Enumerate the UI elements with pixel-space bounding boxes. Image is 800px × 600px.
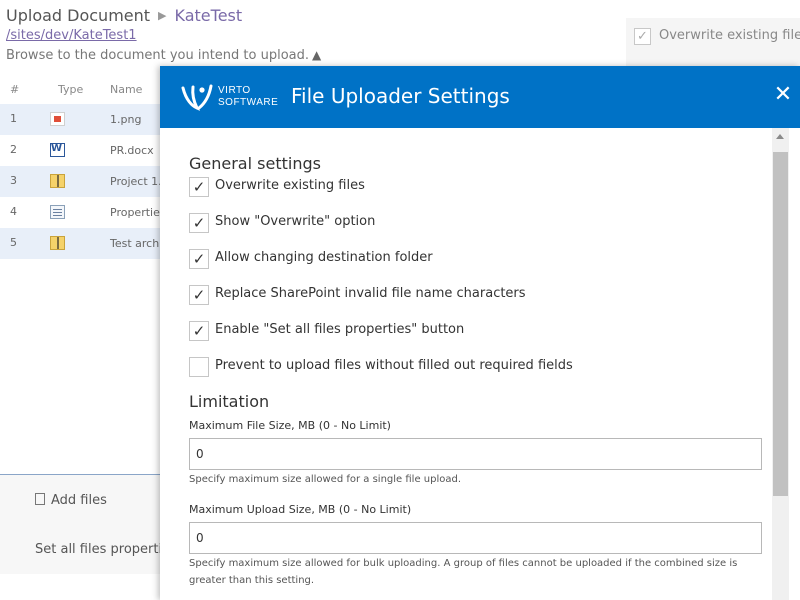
- set-all-files-properties-button[interactable]: Set all files propertie: [35, 542, 170, 557]
- option-label: Replace SharePoint invalid file name cha…: [215, 286, 526, 301]
- max-file-size-description: Specify maximum size allowed for a singl…: [189, 474, 462, 485]
- column-header-name[interactable]: Name: [110, 83, 142, 96]
- option-label: Enable "Set all files properties" button: [215, 322, 465, 337]
- overwrite-label: Overwrite existing files: [659, 28, 800, 43]
- zip-file-icon: [50, 236, 65, 250]
- row-number: 3: [10, 174, 17, 187]
- file-name: 1.png: [110, 113, 142, 126]
- warning-icon: ▲: [312, 48, 322, 62]
- max-upload-size-input[interactable]: [189, 522, 762, 554]
- dialog-title: File Uploader Settings: [291, 84, 510, 108]
- grid-header: # Type Name: [0, 76, 165, 104]
- column-header-type[interactable]: Type: [58, 83, 83, 96]
- checkbox-unchecked[interactable]: [189, 357, 209, 377]
- properties-file-icon: [50, 205, 65, 219]
- file-name: Properties: [110, 206, 166, 219]
- max-upload-size-label: Maximum Upload Size, MB (0 - No Limit): [189, 503, 412, 516]
- word-file-icon: [50, 143, 65, 157]
- overwrite-checkbox[interactable]: ✓: [634, 28, 651, 45]
- table-row[interactable]: 4 Properties: [0, 197, 166, 228]
- virto-logo-icon: [181, 84, 213, 111]
- max-file-size-input[interactable]: [189, 438, 762, 470]
- checkbox-checked[interactable]: ✓: [189, 177, 209, 197]
- row-number: 5: [10, 236, 17, 249]
- breadcrumb-page: Upload Document: [6, 6, 151, 25]
- option-label: Show "Overwrite" option: [215, 214, 376, 229]
- file-name: PR.docx: [110, 144, 154, 157]
- breadcrumb: Upload Document ▶ KateTest: [6, 6, 242, 25]
- add-files-button[interactable]: Add files: [35, 492, 107, 508]
- general-settings-heading: General settings: [189, 154, 321, 173]
- checkbox-checked[interactable]: ✓: [189, 285, 209, 305]
- row-number: 4: [10, 205, 17, 218]
- scrollbar-thumb[interactable]: [773, 152, 788, 496]
- add-files-label: Add files: [51, 493, 107, 508]
- breadcrumb-separator-icon: ▶: [158, 9, 167, 22]
- actions-panel: Add files Set all files propertie: [0, 474, 170, 574]
- option-label: Overwrite existing files: [215, 178, 365, 193]
- file-icon: [35, 493, 45, 505]
- max-upload-size-description: Specify maximum size allowed for bulk up…: [189, 558, 738, 586]
- dialog-scrollbar[interactable]: [772, 128, 789, 600]
- logo-line-software: SOFTWARE: [218, 97, 279, 108]
- max-file-size-label: Maximum File Size, MB (0 - No Limit): [189, 419, 391, 432]
- table-row[interactable]: 2 PR.docx: [0, 135, 165, 166]
- table-row[interactable]: 5 Test archiv: [0, 228, 169, 259]
- table-row[interactable]: 1 1.png: [0, 104, 165, 135]
- row-number: 1: [10, 112, 17, 125]
- column-header-number[interactable]: #: [10, 83, 19, 96]
- logo-line-virto: VIRTO: [218, 85, 251, 96]
- site-path-link[interactable]: /sites/dev/KateTest1: [6, 28, 137, 43]
- upload-hint: Browse to the document you intend to upl…: [6, 48, 321, 63]
- table-row[interactable]: 3 Project 1.z: [0, 166, 168, 197]
- scroll-up-arrow-icon[interactable]: [776, 134, 784, 139]
- checkbox-checked[interactable]: ✓: [189, 249, 209, 269]
- limitation-heading: Limitation: [189, 392, 270, 411]
- files-grid: # Type Name 1 1.png 2 PR.docx 3 Project …: [0, 76, 169, 259]
- overwrite-option: ✓ Overwrite existing files: [626, 18, 800, 68]
- option-label: Allow changing destination folder: [215, 250, 433, 265]
- checkbox-checked[interactable]: ✓: [189, 213, 209, 233]
- close-icon[interactable]: ✕: [772, 84, 794, 106]
- logo-wordmark: VIRTO SOFTWARE: [218, 85, 278, 109]
- option-label: Prevent to upload files without filled o…: [215, 358, 573, 373]
- dialog-header: VIRTO SOFTWARE File Uploader Settings ✕: [160, 66, 800, 128]
- dialog-body: General settings ✓ Overwrite existing fi…: [160, 128, 772, 600]
- zip-file-icon: [50, 174, 65, 188]
- virto-software-logo: VIRTO SOFTWARE: [180, 82, 278, 114]
- image-file-icon: [50, 112, 65, 126]
- file-uploader-settings-dialog: VIRTO SOFTWARE File Uploader Settings ✕ …: [160, 66, 800, 600]
- file-name: Project 1.z: [110, 175, 168, 188]
- checkbox-checked[interactable]: ✓: [189, 321, 209, 341]
- row-number: 2: [10, 143, 17, 156]
- breadcrumb-library-link[interactable]: KateTest: [175, 6, 243, 25]
- upload-hint-text: Browse to the document you intend to upl…: [6, 48, 310, 63]
